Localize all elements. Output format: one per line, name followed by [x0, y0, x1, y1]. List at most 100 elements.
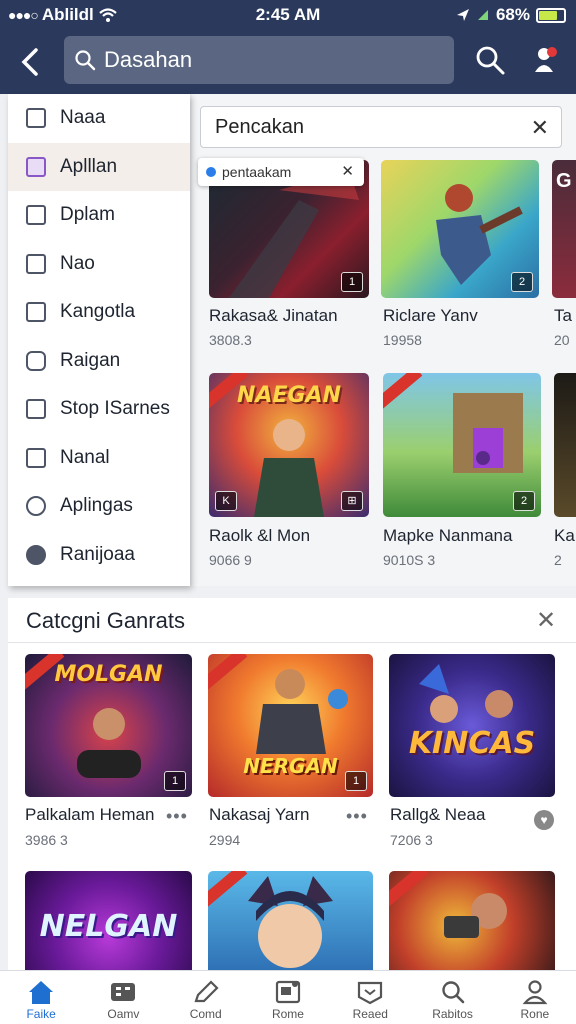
game-subtitle: 2 [554, 552, 562, 568]
game-art [444, 893, 507, 938]
dropdown-item-label: Ranijoaa [60, 543, 135, 565]
circle-icon [26, 108, 46, 129]
game-tile[interactable] [554, 373, 576, 517]
search-text: Dasahan [104, 47, 193, 72]
profile-icon [522, 980, 548, 1005]
more-options-icon[interactable]: ••• [346, 806, 368, 827]
smiley-icon [26, 350, 46, 371]
game-title: Ta [554, 306, 572, 325]
dropdown-item-label: Aplingas [60, 495, 133, 517]
favorite-heart-icon[interactable]: ♥ [534, 810, 554, 830]
tile-badge: 1 [164, 771, 186, 791]
game-art-text: KINCAS [408, 726, 536, 761]
chip-dot-icon [206, 167, 216, 177]
game-tile[interactable]: NELGAN [25, 871, 192, 981]
dropdown-item[interactable]: Aplllan [8, 142, 190, 191]
bracket-icon [26, 302, 46, 323]
nav-label: Rone [520, 1007, 550, 1021]
inbox-icon [358, 981, 383, 1005]
dropdown-item-label: Stop ISarnes [60, 398, 170, 420]
dropdown-item[interactable]: Raigan [8, 337, 190, 386]
game-title: Nakasaj Yarn [209, 805, 310, 824]
game-art: G [556, 170, 572, 192]
search-button-icon[interactable] [474, 44, 506, 76]
game-subtitle: 9066 9 [209, 552, 252, 568]
game-title: Riclare Yanv [383, 306, 478, 325]
dropdown-item[interactable]: Naaa [8, 94, 190, 143]
game-title: Mapke Nanmana [383, 526, 513, 545]
clear-filter-icon[interactable]: ✕ [531, 115, 549, 141]
close-section-icon[interactable]: ✕ [536, 606, 556, 635]
dropdown-item-label: Kangotla [60, 301, 136, 323]
game-tile[interactable]: NERGAN 1 [208, 654, 373, 797]
location-icon [456, 9, 469, 21]
dropdown-item[interactable]: Dplam [8, 191, 190, 240]
game-art-text: NELGAN [39, 909, 178, 944]
grid-icon [26, 156, 46, 177]
nav-item-search[interactable]: Rabitos [411, 971, 493, 1024]
dropdown-item[interactable]: Ranijoaa [8, 531, 190, 580]
game-title: Palkalam Heman [25, 805, 155, 824]
back-arrow-icon[interactable] [16, 44, 46, 80]
game-tile[interactable] [208, 871, 373, 981]
dropdown-item-label: Aplllan [60, 155, 118, 177]
nav-label: Comd [189, 1007, 222, 1021]
nav-item-comd[interactable]: Comd [165, 971, 247, 1024]
game-tile[interactable]: 2 [381, 160, 539, 298]
search-input[interactable]: Dasahan [64, 36, 454, 84]
nav-item-profile[interactable]: Rone [494, 971, 576, 1024]
dropdown-item-label: Nanal [60, 446, 110, 468]
tile-badge: 2 [513, 491, 535, 511]
battery-icon [536, 7, 566, 23]
suggestion-chip[interactable]: pentaakam ✕ [198, 158, 364, 186]
game-tile[interactable]: G [552, 160, 576, 298]
notification-user-icon[interactable] [532, 44, 560, 78]
category-dropdown: Naaa Aplllan Dplam Nao Kangotla Raigan S… [8, 94, 190, 586]
dropdown-item-label: Nao [60, 252, 95, 274]
dropdown-item[interactable]: Nanal [8, 434, 190, 483]
game-subtitle: 3808.3 [209, 332, 252, 348]
dropdown-item[interactable]: Kangotla [8, 288, 190, 337]
game-tile[interactable]: KINCAS [389, 654, 555, 797]
tile-badge: K [215, 491, 237, 511]
nav-label: Oamv [107, 1007, 140, 1021]
game-subtitle: 19958 [383, 332, 422, 348]
game-tile[interactable]: 2 [383, 373, 541, 517]
gallery-icon [275, 980, 301, 1004]
dropdown-item-label: Naaa [60, 107, 106, 129]
bottom-navigation: Faike Oamv Comd Rome Reaed Rabitos Rone [0, 970, 576, 1024]
chip-label: pentaakam [222, 164, 292, 180]
status-right: 68% [456, 5, 566, 25]
battery-percent: 68% [495, 5, 530, 24]
nav-item-games[interactable]: Oamv [82, 971, 164, 1024]
nav-item-home[interactable]: Faike [0, 971, 82, 1024]
nav-label: Reaed [352, 1007, 388, 1021]
dropdown-item[interactable]: Aplingas [8, 482, 190, 531]
game-title: Rallg& Neaa [390, 805, 486, 824]
game-tile[interactable]: MOLGAN 1 [25, 654, 192, 797]
nav-label: Faike [26, 1007, 56, 1021]
tile-badge: 1 [341, 272, 363, 292]
chip-close-icon[interactable]: ✕ [341, 162, 354, 180]
page-icon [26, 253, 46, 274]
nav-item-rome[interactable]: Rome [247, 971, 329, 1024]
dropdown-item-label: Dplam [60, 204, 115, 226]
game-subtitle: 20 [554, 332, 570, 348]
game-subtitle: 2994 [209, 832, 241, 848]
dropdown-item[interactable]: Stop ISarnes [8, 385, 190, 434]
signal-icon [477, 10, 488, 20]
dropdown-item[interactable]: Nao [8, 240, 190, 289]
gamepad-icon [111, 983, 136, 1001]
more-options-icon[interactable]: ••• [166, 806, 188, 827]
nav-label: Rome [271, 1007, 304, 1021]
table-icon [26, 447, 46, 468]
game-title: Rakasa& Jinatan [209, 306, 338, 325]
game-art [248, 876, 333, 968]
nav-item-reaed[interactable]: Reaed [329, 971, 411, 1024]
filter-input[interactable]: Pencakan ✕ [200, 106, 562, 148]
game-tile[interactable]: NAEGAN K ⊞ [209, 373, 369, 517]
app-bar: Dasahan [0, 30, 576, 94]
status-bar: ●●●○ Ablildl 2:45 AM 68% [0, 0, 576, 30]
document-icon [26, 205, 46, 226]
game-tile[interactable] [389, 871, 555, 981]
